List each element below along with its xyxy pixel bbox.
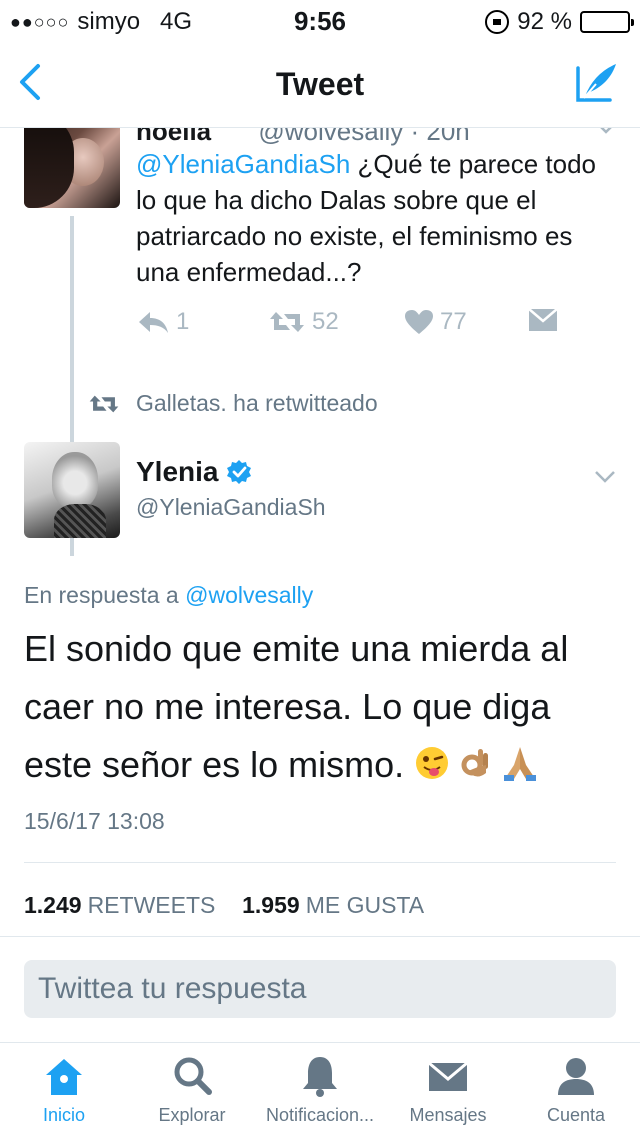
- compose-button[interactable]: [572, 58, 620, 106]
- winking-tongue-emoji-icon: [416, 747, 449, 780]
- reply-icon: [139, 312, 168, 333]
- divider: [24, 862, 616, 863]
- avatar[interactable]: [24, 128, 120, 208]
- status-right: 92 %: [485, 8, 634, 36]
- battery-percent: 92 %: [517, 8, 572, 35]
- tab-label: Notificacion...: [265, 1105, 375, 1125]
- tab-notificaciones[interactable]: Notificacion...: [256, 1043, 384, 1136]
- compose-feather-icon: [576, 64, 616, 102]
- tab-label: Mensajes: [409, 1105, 487, 1125]
- heart-icon: [405, 310, 433, 334]
- retweeted-by-text: Galletas. ha retwitteado: [136, 390, 378, 416]
- tab-inicio[interactable]: Inicio: [0, 1043, 128, 1136]
- tweet-detail-content[interactable]: noelia @wolvesally · 20h @YleniaGandiaSh…: [0, 128, 640, 958]
- search-icon: [174, 1057, 212, 1095]
- tab-explorar[interactable]: Explorar: [128, 1043, 256, 1136]
- tab-mensajes[interactable]: Mensajes: [384, 1043, 512, 1136]
- rotation-lock-icon: [485, 10, 510, 34]
- direct-message-button[interactable]: [528, 308, 564, 332]
- reply-button[interactable]: 1: [136, 308, 189, 336]
- tab-label: Explorar: [158, 1105, 226, 1125]
- retweet-icon: [270, 312, 304, 332]
- tweet-actions: 1 52 77: [136, 308, 576, 348]
- parent-author-handle: @wolvesally · 20h: [258, 128, 470, 146]
- ok-hand-emoji-icon: [461, 749, 489, 778]
- tweet-timestamp: 15/6/17 13:08: [24, 808, 165, 834]
- avatar[interactable]: [24, 442, 120, 538]
- bell-icon: [303, 1057, 337, 1097]
- divider: [0, 936, 640, 937]
- reply-context: En respuesta a @wolvesally: [24, 582, 313, 609]
- retweet-button[interactable]: 52: [268, 308, 339, 336]
- status-bar: ●●○○○ simyo 4G 9:56 92 %: [0, 0, 640, 40]
- author-handle[interactable]: @YleniaGandiaSh: [136, 494, 326, 521]
- like-count: 77: [440, 308, 467, 335]
- likes-label: ME GUSTA: [305, 892, 425, 918]
- person-icon: [558, 1058, 594, 1095]
- battery-icon: [580, 11, 634, 33]
- retweets-count: 1.249: [24, 892, 82, 918]
- retweet-icon: [89, 395, 119, 412]
- likes-count: 1.959: [242, 892, 300, 918]
- chevron-down-icon[interactable]: [596, 128, 616, 136]
- retweet-count: 52: [312, 308, 339, 335]
- navigation-bar: Tweet: [0, 40, 640, 128]
- page-title: Tweet: [275, 66, 365, 102]
- tweet-stats: 1.249 RETWEETS 1.959 ME GUSTA: [24, 892, 424, 919]
- tab-label: Cuenta: [546, 1105, 606, 1125]
- envelope-icon: [428, 1061, 468, 1091]
- folded-hands-emoji-icon: [504, 747, 537, 782]
- parent-tweet-text: @YleniaGandiaSh ¿Qué te parece todo lo q…: [136, 146, 616, 290]
- like-button[interactable]: 77: [404, 308, 467, 336]
- reply-input[interactable]: Twittea tu respuesta: [24, 960, 616, 1018]
- mention-link[interactable]: @YleniaGandiaSh: [136, 149, 350, 179]
- tab-bar: Inicio Explorar Notificacion... Mensajes…: [0, 1042, 640, 1136]
- reply-mention-link[interactable]: @wolvesally: [185, 582, 313, 608]
- home-icon: [46, 1059, 82, 1095]
- author-name-row[interactable]: Ylenia: [136, 456, 252, 488]
- tab-label: Inicio: [42, 1105, 86, 1125]
- reply-prefix: En respuesta a: [24, 582, 186, 608]
- parent-author-name[interactable]: noelia: [136, 128, 211, 146]
- retweeted-by-note[interactable]: Galletas. ha retwitteado: [88, 390, 378, 417]
- likes-stat[interactable]: 1.959 ME GUSTA: [242, 892, 424, 918]
- verified-badge-icon: [227, 460, 252, 484]
- chevron-down-icon[interactable]: [594, 470, 616, 484]
- retweets-stat[interactable]: 1.249 RETWEETS: [24, 892, 215, 918]
- retweets-label: RETWEETS: [87, 892, 216, 918]
- tab-cuenta[interactable]: Cuenta: [512, 1043, 640, 1136]
- envelope-icon: [528, 308, 558, 331]
- reply-count: 1: [176, 308, 190, 335]
- parent-tweet-header: noelia @wolvesally · 20h: [136, 128, 470, 147]
- tweet-text: El sonido que emite una mierda al caer n…: [24, 620, 624, 794]
- author-name[interactable]: Ylenia: [136, 456, 218, 488]
